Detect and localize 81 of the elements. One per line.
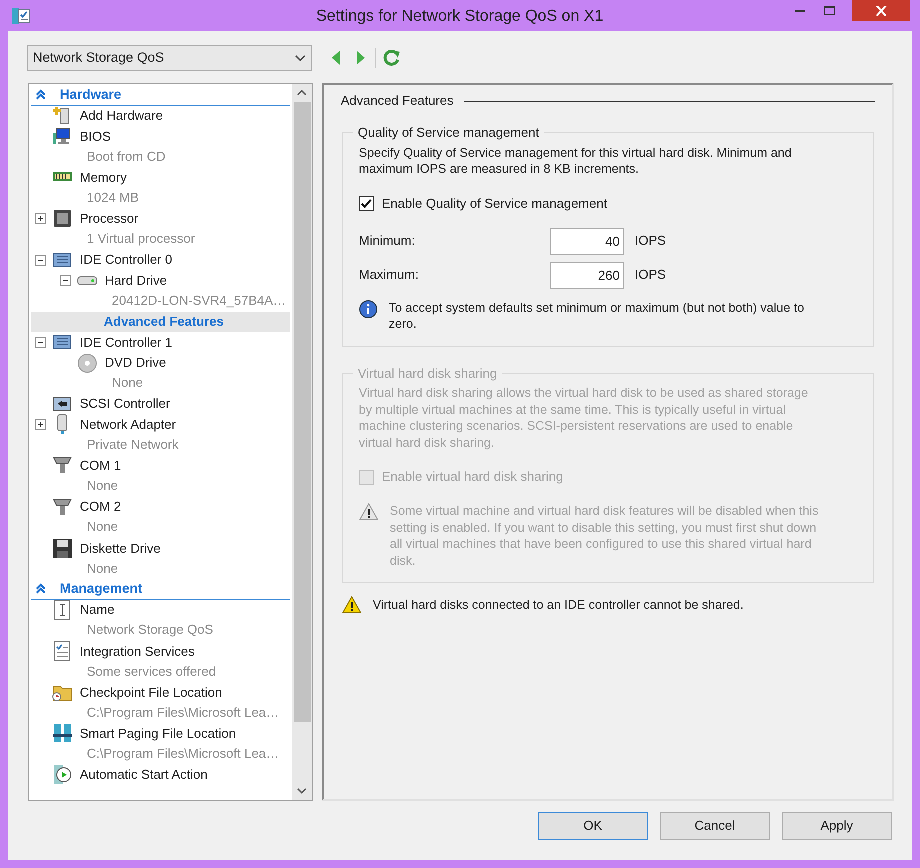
tree-item-detail: 1024 MB [86, 188, 140, 207]
tree-item-detail: Some services offered [86, 662, 218, 681]
dialog-button[interactable]: Cancel [660, 812, 770, 840]
tree-item[interactable]: Automatic Start Action [31, 764, 290, 786]
section-heading: Advanced Features [341, 92, 454, 110]
tree-item[interactable]: Hard Drive [31, 270, 290, 291]
description-text: Specify Quality of Service management for this virtual hard disk. Minimum and maximum IOPS are measured in 8 KB increments. [359, 144, 793, 178]
collapse-chevrons-icon[interactable] [36, 88, 46, 101]
server-icon [52, 723, 73, 744]
tree-item[interactable]: BIOS [31, 126, 290, 147]
tree-item-detail: C:\Program Files\Microsoft Lea… [86, 745, 280, 763]
disc-icon [77, 352, 98, 374]
dialog-button[interactable]: Apply [782, 812, 892, 840]
group-title: Quality of Service management [357, 124, 540, 142]
tree-item-detail: Private Network [86, 436, 180, 454]
tree-item-detail: None [111, 374, 144, 392]
tree-item[interactable]: COM 2 [31, 496, 290, 518]
number-field[interactable]: 40 [550, 228, 624, 254]
info-icon [359, 300, 378, 318]
collapse-chevrons-icon[interactable] [36, 583, 46, 596]
close-icon [876, 6, 886, 16]
tree-item[interactable]: Memory [31, 167, 290, 188]
group-title: Virtual hard disk sharing [357, 364, 498, 383]
tree-item-detail: Boot from CD [86, 148, 167, 166]
checkbox[interactable] [359, 470, 374, 484]
tree-item-detail: Network Storage QoS [86, 621, 214, 640]
warning-icon [359, 503, 379, 521]
dropdown-caret-icon [295, 54, 306, 62]
tree-item[interactable]: COM 1 [31, 456, 290, 476]
window-title: Settings for Network Storage QoS on X1 [316, 7, 604, 27]
processor-chip-icon [52, 208, 73, 230]
tree-item[interactable]: IDE Controller 1 [31, 332, 290, 353]
text-cursor-icon [52, 600, 73, 621]
tree-item-detail: None [86, 477, 120, 496]
collapse-toggle[interactable] [35, 254, 46, 266]
section-header[interactable]: Hardware [31, 85, 290, 106]
expand-toggle[interactable] [35, 213, 46, 224]
expand-toggle[interactable] [35, 419, 46, 430]
note-text: To accept system defaults set minimum or maximum (but not both) value to zero. [389, 300, 806, 332]
tree-item[interactable]: Name [31, 600, 290, 620]
unit-label: IOPS [635, 266, 666, 284]
checkbox-label: Enable Quality of Service management [382, 194, 608, 213]
play-icon [52, 764, 73, 786]
tree-item[interactable]: DVD Drive [31, 352, 290, 374]
tree-item-detail: 1 Virtual processor [86, 230, 196, 248]
vm-dropdown[interactable]: Network Storage QoS [27, 45, 312, 71]
settings-app-icon [11, 7, 31, 25]
refresh-icon[interactable] [383, 49, 401, 67]
checklist-icon [52, 640, 73, 662]
scrollbar[interactable] [292, 84, 312, 800]
description-text: Virtual hard disk sharing allows the virtual hard disk to be used as shared storage by multiple virtual machines at the same time. This is typically useful in virtual machine clustering scenarios. SCSI-persistent reservations are used to enable virtual hard disk sharing. [359, 385, 810, 451]
number-field[interactable]: 260 [550, 262, 624, 288]
tree-item[interactable]: IDE Controller 0 [31, 250, 290, 270]
unit-label: IOPS [635, 232, 666, 250]
tree-item[interactable]: SCSI Controller [31, 394, 290, 414]
tree-item[interactable]: Smart Paging File Location [31, 723, 290, 744]
field-label: Minimum: [359, 232, 416, 250]
connector-icon [52, 496, 73, 518]
collapse-toggle[interactable] [35, 336, 46, 348]
section-header[interactable]: Management [31, 579, 290, 600]
tree-item[interactable]: Advanced Features [31, 312, 290, 332]
checkbox[interactable] [359, 196, 374, 211]
tree-item[interactable]: Diskette Drive [31, 538, 290, 559]
collapse-toggle[interactable] [60, 275, 71, 286]
tree-item[interactable]: Network Adapter [31, 414, 290, 436]
tree-item-detail: C:\Program Files\Microsoft Lea… [86, 704, 280, 722]
tree-item-detail: 20412D-LON-SVR4_57B4A… [111, 292, 288, 310]
note-text: Some virtual machine and virtual hard disk features will be disabled when this setting is enabled. If you want to disable this setting, you must first shut down all virtual machines that have been configured to use this shared virtual hard disk. [390, 503, 820, 569]
checkbox-label: Enable virtual hard disk sharing [382, 468, 564, 486]
tree-item[interactable]: Integration Services [31, 641, 290, 662]
tree-item[interactable]: Checkpoint File Location [31, 682, 290, 703]
field-label: Maximum: [359, 266, 420, 284]
tree-item[interactable]: Processor [31, 208, 290, 230]
close-button[interactable] [852, 0, 910, 21]
tree-item[interactable]: Add Hardware [31, 106, 290, 126]
tree-item-detail: None [86, 518, 120, 536]
dialog-button[interactable]: OK [538, 812, 648, 840]
tree-item-detail: None [86, 560, 120, 578]
warning-text: Virtual hard disks connected to an IDE controller cannot be shared. [373, 597, 744, 614]
monitor-icon [52, 126, 73, 147]
warning-icon [342, 596, 362, 614]
